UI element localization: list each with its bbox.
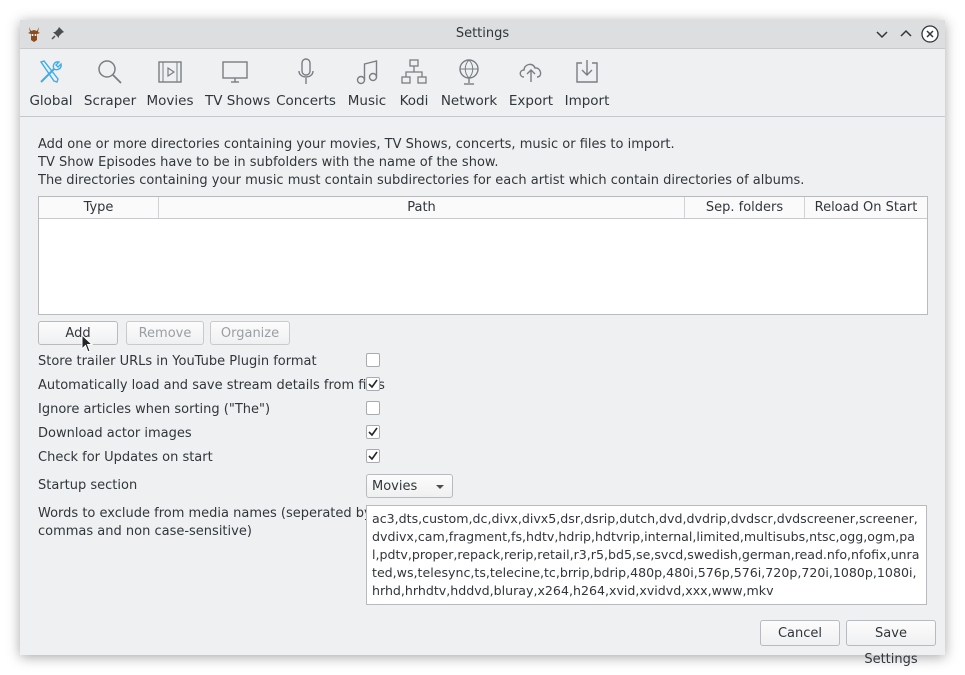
tab-network[interactable]: Network	[441, 49, 497, 116]
window-title: Settings	[455, 26, 510, 41]
startup-section-select[interactable]: Movies	[366, 474, 453, 498]
tab-global-label: Global	[29, 93, 73, 109]
column-header-sep-folders[interactable]: Sep. folders	[685, 197, 805, 218]
actor-images-checkbox[interactable]	[366, 425, 380, 439]
microphone-icon	[298, 58, 314, 84]
trailer-url-checkbox[interactable]	[366, 353, 380, 367]
column-header-path[interactable]: Path	[159, 197, 685, 218]
tab-tv-shows-label: TV Shows	[205, 93, 271, 109]
tab-movies[interactable]: Movies	[147, 49, 194, 116]
settings-toolbar: Global Scraper Movies TV Shows Concerts …	[20, 49, 945, 117]
organize-button[interactable]: Organize	[210, 321, 290, 345]
tab-scraper-label: Scraper	[83, 93, 137, 109]
search-icon	[98, 60, 122, 84]
remove-button[interactable]: Remove	[126, 321, 204, 345]
tab-movies-label: Movies	[146, 93, 194, 109]
checkmark-icon	[368, 427, 378, 437]
add-button[interactable]: Add	[38, 321, 118, 345]
exclude-words-label-line-1: Words to exclude from media names (seper…	[38, 506, 372, 521]
tab-concerts[interactable]: Concerts	[276, 49, 336, 116]
check-updates-checkbox[interactable]	[366, 449, 380, 463]
checkmark-icon	[368, 451, 378, 461]
tab-tv-shows[interactable]: TV Shows	[205, 49, 270, 116]
close-icon[interactable]	[921, 25, 939, 43]
intro-text-line-3: The directories containing your music mu…	[38, 173, 805, 188]
actor-images-option-label: Download actor images	[38, 426, 192, 441]
table-header: Type Path Sep. folders Reload On Start	[39, 197, 927, 219]
tab-kodi-label: Kodi	[399, 93, 429, 109]
tools-icon	[39, 60, 62, 83]
chevron-down-icon	[436, 485, 444, 489]
startup-section-label: Startup section	[38, 478, 138, 493]
exclude-words-label-line-2: commas and non case-sensitive)	[38, 524, 252, 539]
ignore-articles-checkbox[interactable]	[366, 401, 380, 415]
tab-export-label: Export	[508, 93, 554, 109]
trailer-url-option-label: Store trailer URLs in YouTube Plugin for…	[38, 354, 317, 369]
column-header-type[interactable]: Type	[39, 197, 159, 218]
check-updates-option-label: Check for Updates on start	[38, 450, 213, 465]
checkmark-icon	[368, 379, 378, 389]
tab-import-label: Import	[564, 93, 610, 109]
tab-kodi[interactable]: Kodi	[394, 49, 434, 116]
column-header-reload-on-start[interactable]: Reload On Start	[805, 197, 927, 218]
music-note-icon	[356, 60, 378, 85]
intro-text-line-1: Add one or more directories containing y…	[38, 137, 675, 152]
download-icon	[576, 60, 598, 83]
globe-icon	[459, 59, 479, 85]
maximize-icon[interactable]	[897, 25, 915, 43]
exclude-words-textarea[interactable]: ac3,dts,custom,dc,divx,divx5,dsr,dsrip,d…	[366, 505, 927, 605]
mouse-cursor-icon	[81, 334, 93, 353]
ignore-articles-option-label: Ignore articles when sorting ("The")	[38, 402, 271, 417]
stream-details-checkbox[interactable]	[366, 377, 380, 391]
network-tree-icon	[401, 59, 427, 84]
tab-import[interactable]: Import	[565, 49, 609, 116]
film-icon	[158, 61, 182, 83]
directories-table[interactable]: Type Path Sep. folders Reload On Start	[38, 196, 928, 315]
stream-details-option-label: Automatically load and save stream detai…	[38, 378, 385, 393]
startup-section-value: Movies	[372, 479, 418, 494]
minimize-icon[interactable]	[873, 25, 891, 43]
tab-export[interactable]: Export	[509, 49, 553, 116]
settings-window: Settings Global Scraper Movies TV Shows …	[20, 20, 945, 667]
cloud-upload-icon	[519, 63, 542, 82]
tab-music[interactable]: Music	[347, 49, 387, 116]
tab-concerts-label: Concerts	[276, 93, 336, 109]
cancel-button[interactable]: Cancel	[760, 620, 840, 646]
monitor-icon	[222, 61, 248, 83]
tab-global[interactable]: Global	[29, 49, 73, 116]
tab-scraper[interactable]: Scraper	[84, 49, 136, 116]
title-bar[interactable]: Settings	[20, 20, 945, 49]
intro-text-line-2: TV Show Episodes have to be in subfolder…	[38, 155, 499, 170]
tab-network-label: Network	[440, 93, 498, 109]
save-settings-button[interactable]: Save Settings	[846, 620, 936, 667]
